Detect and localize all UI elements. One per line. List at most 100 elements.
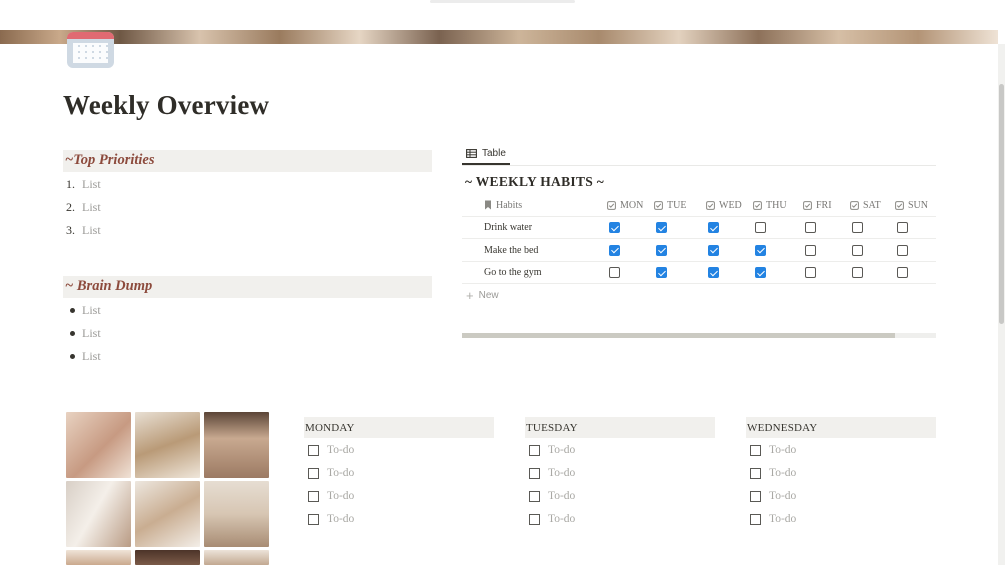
gallery-photo[interactable]	[66, 481, 131, 547]
table-scrollbar-thumb[interactable]	[462, 333, 895, 338]
todo-checkbox[interactable]	[308, 467, 319, 479]
gallery-photo[interactable]	[66, 412, 131, 478]
checked-checkbox[interactable]	[609, 222, 620, 233]
list-item[interactable]: 2. List	[66, 197, 101, 217]
checked-checkbox[interactable]	[755, 244, 766, 256]
todo-checkbox[interactable]	[750, 467, 761, 479]
unchecked-checkbox[interactable]	[805, 222, 816, 233]
list-item[interactable]: List	[66, 300, 101, 320]
checked-checkbox[interactable]	[755, 267, 766, 278]
habits-table: Habits MON TUE WED THU FRI SAT SUN Drink water Ma…	[462, 194, 936, 284]
checked-checkbox[interactable]	[656, 222, 667, 233]
todo-checkbox[interactable]	[529, 513, 540, 525]
gallery-photo[interactable]	[135, 550, 200, 565]
list-number: 2.	[66, 199, 75, 214]
checked-checkbox[interactable]	[708, 244, 719, 256]
habit-check-cell	[755, 239, 766, 261]
todo-checkbox[interactable]	[529, 444, 540, 456]
unchecked-checkbox[interactable]	[755, 222, 766, 233]
list-item[interactable]: List	[66, 323, 101, 343]
todo-item[interactable]: To-do	[308, 487, 354, 505]
unchecked-checkbox[interactable]	[897, 222, 908, 233]
todo-item[interactable]: To-do	[308, 464, 354, 482]
todo-checkbox[interactable]	[308, 513, 319, 525]
unchecked-checkbox[interactable]	[805, 244, 816, 256]
tab-table-view[interactable]: Table	[462, 145, 510, 165]
todo-item[interactable]: To-do	[529, 464, 575, 482]
column-header-thu[interactable]: THU	[753, 194, 787, 216]
habit-name-cell[interactable]: Make the bed	[484, 239, 538, 261]
column-header-sun[interactable]: SUN	[895, 194, 928, 216]
gallery-photo[interactable]	[204, 481, 269, 547]
column-header-fri[interactable]: FRI	[803, 194, 832, 216]
day-heading-tuesday[interactable]: TUESDAY	[525, 417, 715, 438]
column-header-tue[interactable]: TUE	[654, 194, 686, 216]
todo-checkbox[interactable]	[750, 490, 761, 502]
habit-check-cell	[805, 262, 816, 284]
todo-checkbox[interactable]	[529, 467, 540, 479]
unchecked-checkbox[interactable]	[852, 244, 863, 256]
checked-checkbox[interactable]	[656, 244, 667, 256]
list-item[interactable]: List	[66, 346, 101, 366]
todo-item[interactable]: To-do	[750, 487, 796, 505]
day-heading-wednesday[interactable]: WEDNESDAY	[746, 417, 936, 438]
gallery-photo[interactable]	[135, 481, 200, 547]
list-item[interactable]: 3. List	[66, 220, 101, 240]
checked-checkbox[interactable]	[708, 267, 719, 278]
todo-item[interactable]: To-do	[750, 441, 796, 459]
habit-check-cell	[708, 217, 719, 239]
column-header-label: SUN	[908, 199, 929, 211]
new-row-button[interactable]: + New	[466, 288, 499, 303]
habit-name-cell[interactable]: Go to the gym	[484, 262, 542, 284]
unchecked-checkbox[interactable]	[897, 267, 908, 278]
table-icon	[466, 148, 477, 158]
vertical-scrollbar-thumb[interactable]	[999, 84, 1004, 324]
todo-checkbox[interactable]	[529, 490, 540, 502]
page-title[interactable]: Weekly Overview	[63, 90, 269, 121]
day-heading-monday[interactable]: MONDAY	[304, 417, 494, 438]
gallery-photo[interactable]	[204, 550, 269, 565]
top-priorities-heading[interactable]: ~Top Priorities	[63, 150, 432, 172]
todo-item[interactable]: To-do	[308, 441, 354, 459]
todo-item[interactable]: To-do	[529, 487, 575, 505]
cover-image[interactable]	[0, 30, 998, 44]
checkbox-property-icon	[895, 200, 904, 210]
todo-checkbox[interactable]	[308, 490, 319, 502]
unchecked-checkbox[interactable]	[897, 244, 908, 256]
unchecked-checkbox[interactable]	[852, 267, 863, 278]
unchecked-checkbox[interactable]	[609, 267, 620, 278]
checked-checkbox[interactable]	[708, 222, 719, 233]
unchecked-checkbox[interactable]	[852, 222, 863, 233]
table-horizontal-scrollbar[interactable]	[462, 333, 936, 338]
checked-checkbox[interactable]	[609, 244, 620, 256]
calendar-icon[interactable]	[67, 32, 114, 68]
habit-check-cell	[852, 239, 863, 261]
list-item[interactable]: 1. List	[66, 174, 101, 194]
column-header-mon[interactable]: MON	[607, 194, 643, 216]
habits-table-title[interactable]: ~ WEEKLY HABITS ~	[465, 174, 604, 190]
column-header-sat[interactable]: SAT	[850, 194, 881, 216]
todo-item[interactable]: To-do	[750, 510, 796, 528]
habit-check-cell	[609, 217, 620, 239]
gallery-photo[interactable]	[204, 412, 269, 478]
todo-item[interactable]: To-do	[308, 510, 354, 528]
brain-dump-heading[interactable]: ~ Brain Dump	[63, 276, 432, 298]
todo-item[interactable]: To-do	[529, 510, 575, 528]
todo-checkbox[interactable]	[750, 444, 761, 456]
todo-item[interactable]: To-do	[529, 441, 575, 459]
gallery-photo[interactable]	[135, 412, 200, 478]
table-header-row: Habits MON TUE WED THU FRI SAT SUN	[462, 194, 936, 217]
unchecked-checkbox[interactable]	[805, 267, 816, 278]
habit-check-cell	[656, 262, 667, 284]
column-header-wed[interactable]: WED	[706, 194, 742, 216]
todo-checkbox[interactable]	[750, 513, 761, 525]
table-row: Go to the gym	[462, 262, 936, 284]
todo-item[interactable]: To-do	[750, 464, 796, 482]
column-header-habits[interactable]: Habits	[484, 194, 522, 216]
todo-checkbox[interactable]	[308, 444, 319, 456]
checked-checkbox[interactable]	[656, 267, 667, 278]
vertical-scrollbar[interactable]	[998, 44, 1005, 565]
habit-name-cell[interactable]: Drink water	[484, 217, 532, 239]
gallery-photo[interactable]	[66, 550, 131, 565]
column-header-label: SAT	[863, 199, 881, 211]
